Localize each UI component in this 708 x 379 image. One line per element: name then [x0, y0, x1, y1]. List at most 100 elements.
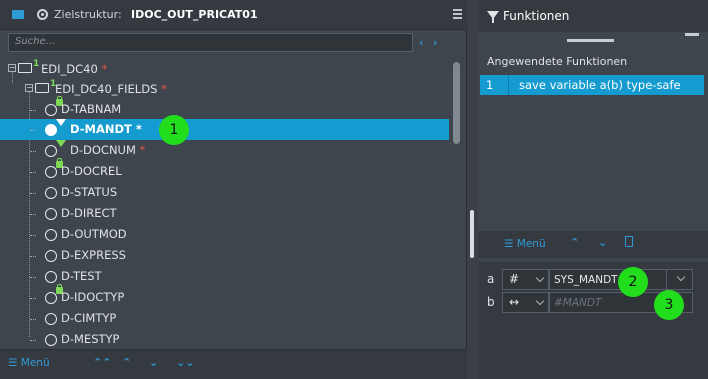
- tree-node-d-mestyp[interactable]: D-MESTYP: [0, 329, 449, 347]
- function-index: 1: [486, 78, 494, 92]
- field-circle-icon: [45, 271, 57, 283]
- tree-node-label: D-IDOCTYP: [61, 290, 125, 304]
- search-input[interactable]: Suche...: [8, 33, 413, 52]
- functions-menu-button[interactable]: ☰ Menü: [504, 238, 546, 250]
- open-folder-icon: [35, 83, 49, 93]
- param-a-label: a: [487, 272, 495, 286]
- expand-all-button[interactable]: ⌄⌄: [176, 356, 194, 369]
- target-structure-panel: Zielstruktur: IDOC_OUT_PRICAT01 Suche...…: [0, 0, 467, 379]
- param-b-type-select[interactable]: ↔: [502, 292, 549, 313]
- tree-node-d-mandt[interactable]: D-MANDT *: [0, 119, 449, 140]
- tree-node-edi-dc40-fields[interactable]: − 1 EDI_DC40_FIELDS *: [0, 79, 449, 100]
- field-circle-icon: [45, 104, 57, 116]
- menu-label: Menü: [20, 357, 50, 369]
- swap-arrows-icon: ↔: [509, 295, 520, 309]
- function-down-button[interactable]: ⌄: [598, 236, 607, 249]
- node-level-indicator: 1: [33, 59, 40, 69]
- field-circle-icon: [45, 166, 57, 178]
- filter-icon: [487, 11, 499, 23]
- filter-icon: [56, 119, 66, 126]
- field-circle-icon: [45, 250, 57, 262]
- tree-node-label: D-OUTMOD: [61, 227, 127, 241]
- functions-header: Funktionen: [478, 0, 708, 32]
- tree-node-label: D-DIRECT: [61, 206, 117, 220]
- tree-node-label: D-STATUS: [61, 185, 118, 199]
- tree-menu-button[interactable]: ☰ Menü: [8, 357, 50, 369]
- functions-panel: Funktionen Angewendete Funktionen 1 save…: [478, 0, 708, 379]
- tree-node-label: EDI_DC40_FIELDS: [55, 82, 158, 96]
- filter-icon: [56, 140, 66, 147]
- tree-node-label: D-MESTYP: [61, 332, 120, 346]
- param-a-type-select[interactable]: #: [502, 269, 549, 290]
- open-folder-icon: [18, 63, 32, 73]
- hash-icon: #: [509, 272, 520, 286]
- tree-node-label: D-CIMTYP: [61, 311, 117, 325]
- tree-node-d-status[interactable]: D-STATUS: [0, 182, 449, 203]
- tree-node-label: D-MANDT: [70, 122, 132, 136]
- tree-node-d-cimtyp[interactable]: D-CIMTYP: [0, 308, 449, 329]
- required-marker: *: [101, 62, 108, 76]
- tree-node-d-idoctyp[interactable]: D-IDOCTYP: [0, 284, 449, 308]
- target-structure-label: Zielstruktur:: [54, 8, 122, 21]
- tree-node-d-docnum[interactable]: D-DOCNUM *: [0, 140, 449, 161]
- param-a-dropdown-button[interactable]: [666, 269, 693, 290]
- hamburger-menu-icon[interactable]: [453, 9, 462, 19]
- callout-badge-2: 2: [618, 267, 648, 297]
- field-circle-icon: [45, 187, 57, 199]
- tree-node-d-express[interactable]: D-EXPRESS: [0, 245, 449, 266]
- callout-badge-3: 3: [654, 290, 684, 320]
- tree-node-d-docrel[interactable]: D-DOCREL: [0, 158, 449, 182]
- collapse-all-button[interactable]: ⌃⌃: [93, 356, 111, 369]
- tree-toolbar: ☰ Menü ⌃⌃ ⌃ ⌄ ⌄⌄: [0, 349, 467, 379]
- tree-node-d-direct[interactable]: D-DIRECT: [0, 203, 449, 224]
- target-structure-header: Zielstruktur: IDOC_OUT_PRICAT01: [0, 0, 467, 30]
- tree-node-d-tabnam[interactable]: D-TABNAM: [0, 96, 449, 120]
- applied-functions-label: Angewendete Funktionen: [487, 55, 628, 68]
- tree-node-d-outmod[interactable]: D-OUTMOD: [0, 224, 449, 245]
- applied-function-row[interactable]: 1 save variable a(b) type-safe: [480, 75, 704, 95]
- move-down-button[interactable]: ⌄: [149, 356, 158, 369]
- tree-node-label: D-DOCREL: [61, 164, 122, 178]
- panel-splitter[interactable]: [470, 210, 474, 258]
- function-name: save variable a(b) type-safe: [519, 78, 681, 92]
- field-circle-icon: [45, 334, 57, 346]
- function-up-button[interactable]: ⌃: [570, 236, 579, 249]
- tree-node-label: EDI_DC40: [41, 62, 98, 76]
- function-parameters: a # SYS_MANDT b ↔ #MANDT: [478, 262, 708, 379]
- functions-title: Funktionen: [503, 9, 570, 23]
- folder-icon[interactable]: [12, 10, 24, 19]
- structure-tree: − 1 EDI_DC40 * − 1 EDI_DC40_FIELDS * D-T…: [0, 57, 451, 347]
- menu-label: Menü: [516, 238, 546, 250]
- target-structure-name: IDOC_OUT_PRICAT01: [131, 8, 258, 21]
- required-marker: *: [139, 143, 146, 157]
- tree-node-label: D-TEST: [61, 269, 102, 283]
- document-icon[interactable]: [625, 236, 633, 247]
- search-next-button[interactable]: ›: [433, 36, 438, 49]
- collapse-icon[interactable]: −: [25, 84, 33, 92]
- field-circle-icon: [45, 292, 57, 304]
- callout-badge-1: 1: [159, 115, 189, 145]
- required-marker: *: [135, 122, 142, 136]
- minimize-handle[interactable]: [685, 33, 699, 36]
- tree-node-label: D-DOCNUM: [70, 143, 136, 157]
- chevron-down-icon: [535, 273, 545, 283]
- app-window: Zielstruktur: IDOC_OUT_PRICAT01 Suche...…: [0, 0, 708, 379]
- resize-handle[interactable]: [567, 39, 614, 42]
- field-circle-icon: [45, 229, 57, 241]
- tree-node-d-test[interactable]: D-TEST: [0, 266, 449, 287]
- chevron-down-icon: [535, 296, 545, 306]
- move-up-button[interactable]: ⌃: [122, 356, 131, 369]
- tree-node-label: D-TABNAM: [61, 102, 122, 116]
- tree-scrollbar[interactable]: [453, 62, 460, 144]
- param-b-label: b: [487, 295, 495, 309]
- tree-node-label: D-EXPRESS: [61, 248, 126, 262]
- chevron-down-icon: [676, 272, 686, 282]
- required-marker: *: [161, 82, 167, 96]
- field-circle-icon: [45, 208, 57, 220]
- target-icon: [37, 9, 48, 20]
- field-circle-icon: [45, 313, 57, 325]
- collapse-icon[interactable]: −: [8, 64, 16, 72]
- functions-toolbar: ☰ Menü ⌃ ⌄: [478, 231, 708, 258]
- search-previous-button[interactable]: ‹: [419, 36, 424, 49]
- tree-node-edi-dc40[interactable]: − 1 EDI_DC40 *: [0, 59, 449, 80]
